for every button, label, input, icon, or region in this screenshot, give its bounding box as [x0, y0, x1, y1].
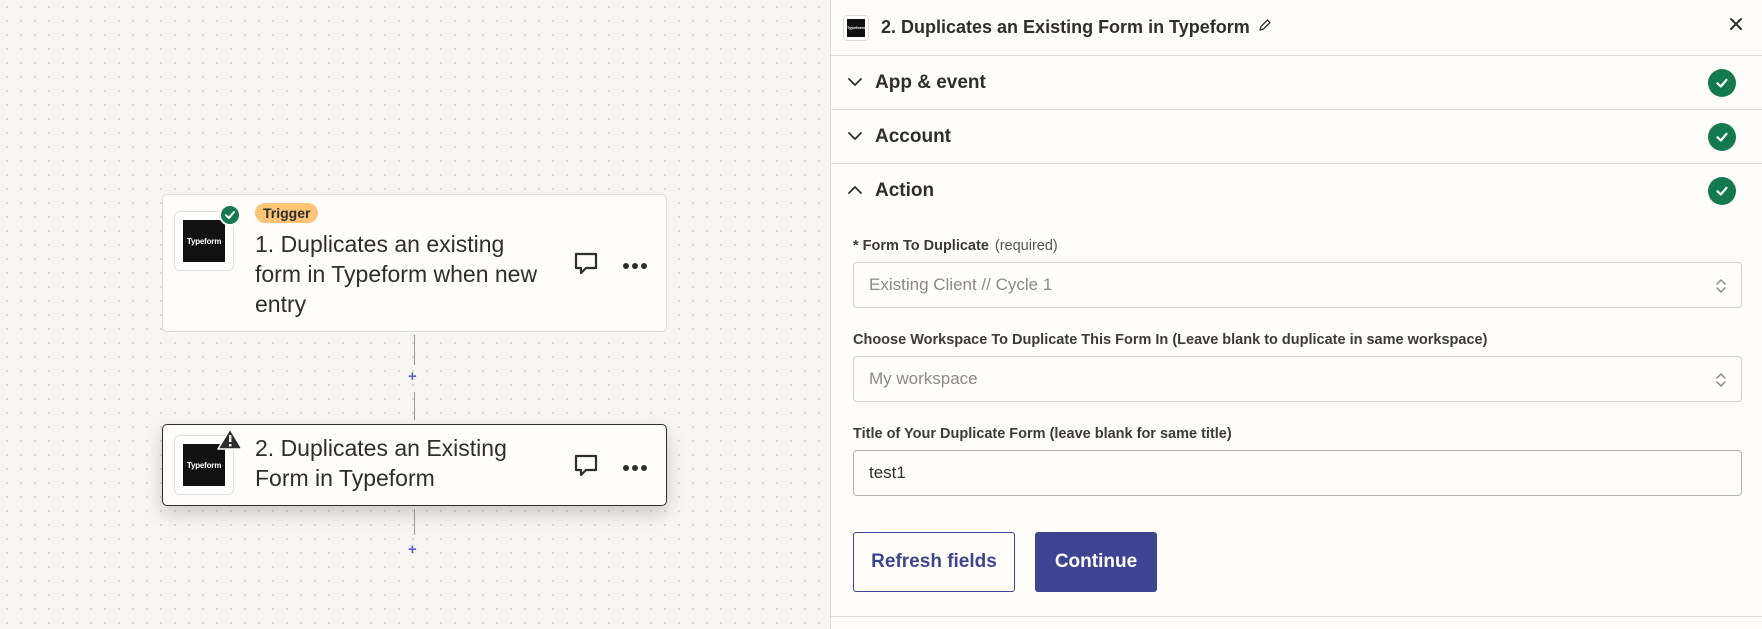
- section-label: App & event: [875, 71, 986, 93]
- chevron-down-icon: [847, 74, 865, 92]
- select-value: My workspace: [869, 369, 978, 388]
- step-title: 2. Duplicates an Existing Form in Typefo…: [255, 435, 507, 491]
- panel-header: Typeform 2. Duplicates an Existing Form …: [831, 0, 1762, 56]
- more-options-icon[interactable]: [622, 459, 648, 477]
- chevron-up-icon: [847, 182, 865, 200]
- check-icon: [219, 204, 241, 226]
- up-down-chevron-icon: [1715, 277, 1727, 300]
- continue-button[interactable]: Continue: [1035, 532, 1157, 592]
- workspace-label: Choose Workspace To Duplicate This Form …: [853, 332, 1488, 348]
- check-icon: [1708, 68, 1736, 97]
- step-editor-panel: Typeform 2. Duplicates an Existing Form …: [830, 0, 1762, 629]
- duplicate-title-label: Title of Your Duplicate Form (leave blan…: [853, 426, 1232, 442]
- required-note: (required): [994, 238, 1058, 254]
- form-to-duplicate-label: * Form To Duplicate (required): [853, 238, 1058, 254]
- divider: [831, 616, 1762, 617]
- add-step-button[interactable]: +: [408, 541, 417, 558]
- step-card-action[interactable]: Typeform 2. Duplicates an Existing Form …: [162, 424, 667, 506]
- workflow-canvas[interactable]: Typeform Trigger 1. Duplicates an existi…: [0, 0, 830, 629]
- duplicate-title-input[interactable]: test1: [853, 450, 1742, 496]
- typeform-logo: Typeform: [183, 444, 225, 486]
- add-step-button[interactable]: +: [408, 368, 417, 385]
- section-label: Action: [875, 180, 935, 201]
- typeform-logo: Typeform: [183, 220, 225, 262]
- connector-line: [414, 509, 415, 535]
- more-options-icon[interactable]: [622, 257, 648, 275]
- panel-title: 2. Duplicates an Existing Form in Typefo…: [881, 17, 1250, 37]
- select-value: Existing Client // Cycle 1: [869, 275, 1053, 294]
- section-label: Account: [875, 125, 951, 147]
- comment-icon[interactable]: [572, 451, 600, 484]
- check-icon: [1708, 122, 1736, 151]
- edit-title-icon[interactable]: [1258, 18, 1272, 37]
- workspace-select[interactable]: My workspace: [853, 356, 1742, 402]
- section-account[interactable]: Account: [831, 110, 1762, 164]
- step-card-trigger[interactable]: Typeform Trigger 1. Duplicates an existi…: [162, 194, 667, 332]
- form-to-duplicate-select[interactable]: Existing Client // Cycle 1: [853, 262, 1742, 308]
- connector-line: [414, 392, 415, 420]
- step-title: 1. Duplicates an existing form in Typefo…: [255, 231, 538, 317]
- typeform-logo: Typeform: [843, 14, 869, 41]
- up-down-chevron-icon: [1715, 371, 1727, 394]
- chevron-down-icon: [847, 128, 865, 146]
- step-app-logo: Typeform: [174, 204, 241, 271]
- section-app-event[interactable]: App & event: [831, 56, 1762, 110]
- comment-icon[interactable]: [572, 249, 600, 282]
- step-app-logo: Typeform: [174, 428, 243, 495]
- action-form: * Form To Duplicate (required) Existing C…: [831, 218, 1762, 592]
- close-icon[interactable]: [1728, 16, 1744, 37]
- warning-icon: [217, 428, 243, 450]
- section-action[interactable]: Action: [831, 164, 1762, 218]
- check-icon: [1708, 177, 1736, 205]
- connector-line: [414, 335, 415, 365]
- refresh-fields-button[interactable]: Refresh fields: [853, 532, 1015, 592]
- trigger-badge: Trigger: [255, 203, 319, 223]
